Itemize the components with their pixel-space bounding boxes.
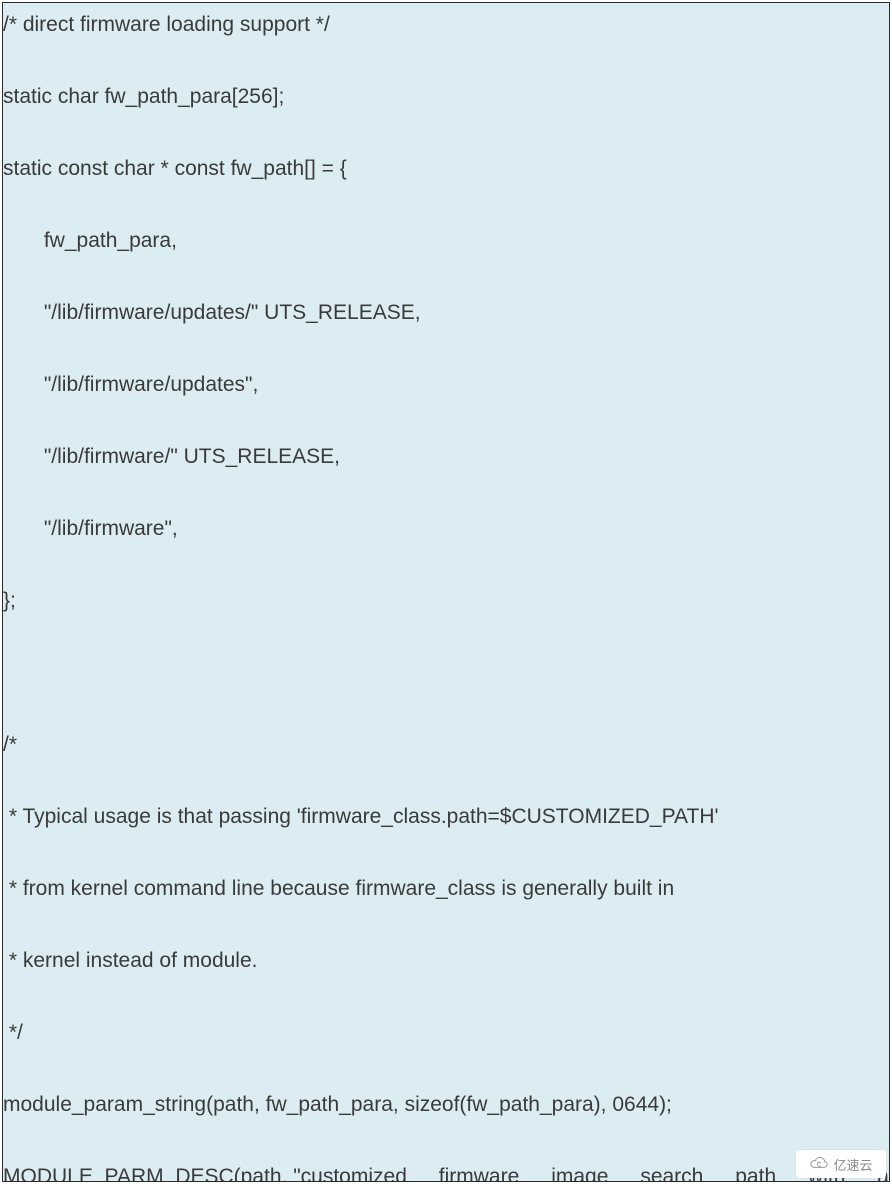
- code-text: * kernel instead of module.: [3, 945, 257, 978]
- code-line: */: [3, 1011, 889, 1083]
- code-text: */: [3, 1017, 23, 1050]
- code-block: /* direct firmware loading support */ st…: [2, 2, 890, 1182]
- code-text: static const char * const fw_path[] = {: [3, 153, 347, 186]
- code-line: * kernel instead of module.: [3, 939, 889, 1011]
- word: image: [551, 1161, 608, 1182]
- code-line: static const char * const fw_path[] = {: [3, 147, 889, 219]
- code-text: [3, 657, 9, 690]
- code-line: [3, 651, 889, 723]
- code-text: /* direct firmware loading support */: [3, 9, 330, 42]
- code-text: module_param_string(path, fw_path_para, …: [3, 1089, 672, 1122]
- code-text: * Typical usage is that passing 'firmwar…: [3, 801, 719, 834]
- code-text: * from kernel command line because firmw…: [3, 873, 674, 906]
- word: "customized: [293, 1161, 407, 1182]
- code-line-justified: MODULE_PARM_DESC(path, "customized firmw…: [3, 1155, 889, 1182]
- code-line: fw_path_para,: [3, 219, 889, 291]
- code-text: "/lib/firmware/updates",: [3, 369, 258, 402]
- code-line: "/lib/firmware/updates/" UTS_RELEASE,: [3, 291, 889, 363]
- word: firmware: [439, 1161, 520, 1182]
- word: search: [640, 1161, 703, 1182]
- code-line: };: [3, 579, 889, 651]
- watermark-badge: 亿速云: [796, 1150, 886, 1178]
- word: path: [735, 1161, 776, 1182]
- code-line: "/lib/firmware/updates",: [3, 363, 889, 435]
- code-line: "/lib/firmware/" UTS_RELEASE,: [3, 435, 889, 507]
- code-line: * from kernel command line because firmw…: [3, 867, 889, 939]
- code-text: static char fw_path_para[256];: [3, 81, 284, 114]
- code-text: "/lib/firmware/" UTS_RELEASE,: [3, 441, 340, 474]
- code-line: static char fw_path_para[256];: [3, 75, 889, 147]
- code-text: /*: [3, 729, 17, 762]
- code-text: MODULE_PARM_DESC(path,: [3, 1161, 293, 1182]
- code-line: "/lib/firmware",: [3, 507, 889, 579]
- watermark-text: 亿速云: [833, 1155, 872, 1174]
- code-line: /* direct firmware loading support */: [3, 3, 889, 75]
- code-line: /*: [3, 723, 889, 795]
- code-text: "/lib/firmware/updates/" UTS_RELEASE,: [3, 297, 421, 330]
- code-line: * Typical usage is that passing 'firmwar…: [3, 795, 889, 867]
- code-text: "/lib/firmware",: [3, 513, 178, 546]
- code-text: };: [3, 585, 16, 618]
- cloud-icon: [809, 1155, 829, 1174]
- code-line: module_param_string(path, fw_path_para, …: [3, 1083, 889, 1155]
- code-text: fw_path_para,: [3, 225, 177, 258]
